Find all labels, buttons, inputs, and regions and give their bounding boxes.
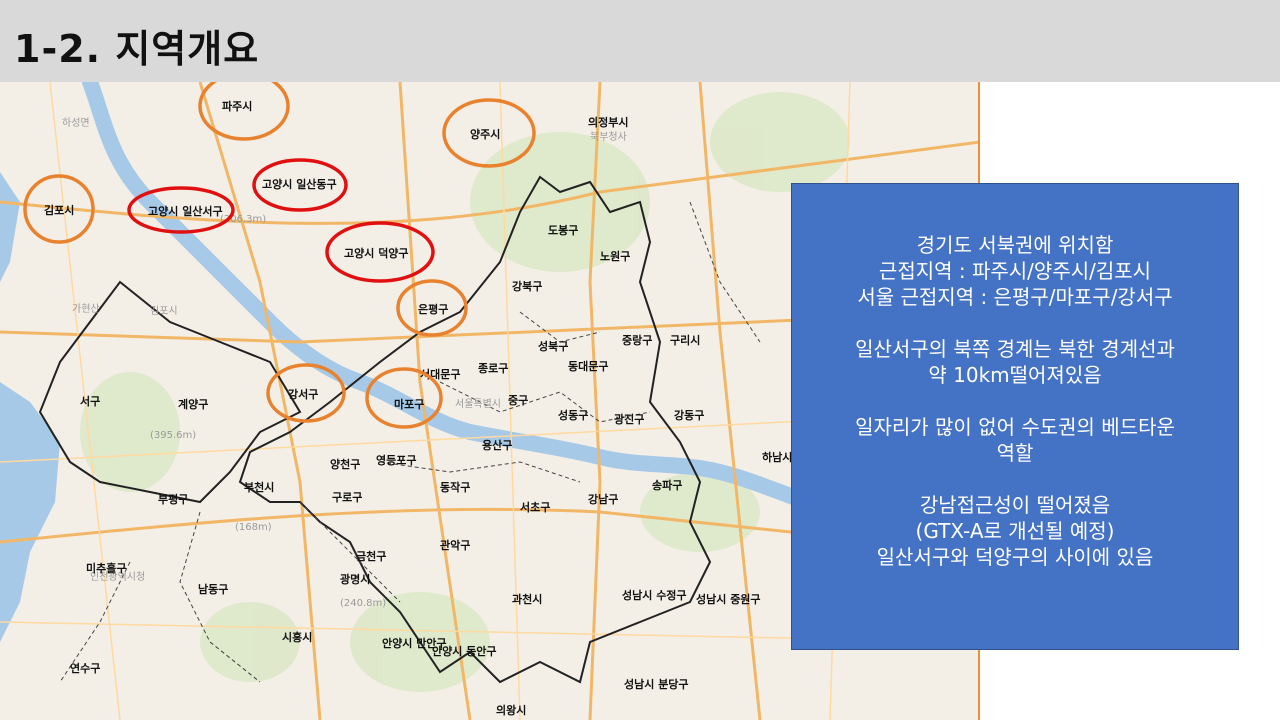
map-muted-label: (240.8m) [340,598,386,609]
map-district-label: 중랑구 [622,334,652,347]
map-district-label: 의왕시 [496,703,526,717]
map-district-label: 구로구 [332,491,362,504]
map-district-label: 과천시 [512,592,542,606]
map-district-label: 강북구 [512,279,542,293]
page-title: 1-2. 지역개요 [14,27,260,71]
map-district-label: 성남시 중원구 [696,592,761,606]
info-line: 서울 근접지역 : 은평구/마포구/강서구 [857,285,1173,309]
info-line [792,310,1238,336]
map-district-label: 성남시 분당구 [624,677,689,691]
map-district-label: 시흥시 [282,630,312,644]
map-district-label: 하남시 [762,450,792,464]
map-district-label: 강남구 [588,492,618,506]
map-district-label: 용산구 [482,438,512,452]
map-district-label: 부천시 [244,480,274,494]
map-district-label: 성남시 수정구 [622,588,687,602]
map-district-label: 안양시 동안구 [432,644,497,658]
map-district-label: 노원구 [600,249,630,263]
info-line: (GTX-A로 개선될 예정) [915,519,1115,543]
map-district-label: 관악구 [440,538,470,552]
info-line: 일산서구와 덕양구의 사이에 있음 [876,545,1154,569]
map-district-label: 계양구 [178,397,208,411]
map-district-label: 서구 [80,394,100,408]
map-district-label: 서초구 [520,500,550,514]
info-line: 강남접근성이 떨어졌음 [919,493,1111,517]
orange-label: 파주시 [222,99,252,113]
map-district-label: 영등포구 [376,454,416,467]
map-muted-label: 김포시 [150,305,178,317]
map-district-label: 성북구 [538,339,568,353]
info-line: 일산서구의 북쪽 경계는 북한 경계선과 [855,337,1175,361]
map-muted-label: 북부청사 [590,131,627,143]
orange-label: 김포시 [44,204,74,217]
map-district-label: 남동구 [198,583,228,596]
map-district-label: 양천구 [330,457,360,471]
map-muted-label: 하성면 [62,116,90,129]
map-district-label: 강동구 [674,408,704,422]
info-line: 역할 [996,441,1034,465]
orange-label: 강서구 [288,387,318,401]
info-line [792,466,1238,492]
map-district-label: 의정부시 [588,115,628,129]
map-muted-label: 가현산 [72,303,100,315]
info-line: 일자리가 많이 없어 수도권의 베드타운 [855,415,1175,439]
title-bar: 1-2. 지역개요 [0,0,1280,82]
red-label: 고양시 덕양구 [344,246,409,260]
map-district-label: 광진구 [614,412,644,426]
map-muted-label: (168m) [235,522,272,533]
map-district-label: 중구 [508,394,528,407]
map-district-label: 도봉구 [548,224,578,237]
map-district-label: 종로구 [478,362,508,375]
red-label: 고양시 일산동구 [262,177,337,191]
map-district-label: 금천구 [356,549,386,563]
info-line: 근접지역 : 파주시/양주시/김포시 [878,259,1152,283]
map-district-label: 동작구 [440,480,470,494]
map-district-label: 연수구 [70,661,100,675]
info-line [792,388,1238,414]
map-district-label: 송파구 [652,478,682,492]
orange-label: 은평구 [418,302,448,316]
info-line: 약 10km떨어져있음 [928,363,1102,387]
info-line: 경기도 서북권에 위치함 [916,233,1114,257]
map-district-label: 구리시 [670,333,700,347]
map-district-label: 부평구 [158,492,188,506]
red-label: 고양시 일산서구 [148,204,223,218]
info-box: 경기도 서북권에 위치함 근접지역 : 파주시/양주시/김포시 서울 근접지역 … [791,183,1239,650]
map-muted-label: 서울특별시 [455,398,501,410]
orange-label: 양주시 [470,127,500,141]
map-district-label: 미추홀구 [86,561,126,575]
map-district-label: 성동구 [558,408,588,422]
orange-label: 마포구 [394,397,424,411]
map-muted-label: (395.6m) [150,430,196,441]
map-district-label: 동대문구 [568,359,608,373]
map-district-label: 광명시 [340,572,370,586]
